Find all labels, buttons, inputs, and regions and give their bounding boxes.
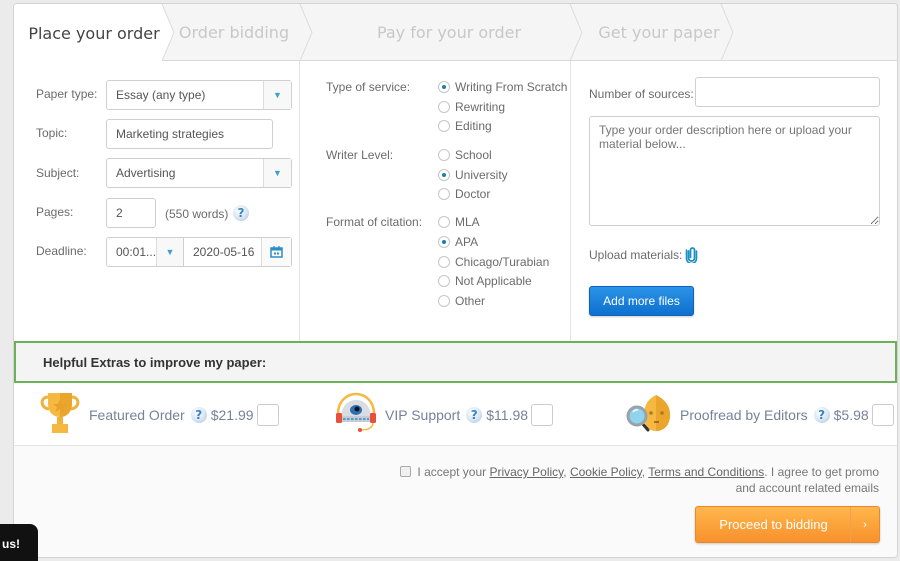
radio-apa[interactable]: APA	[438, 235, 478, 249]
extra-name: VIP Support	[385, 406, 461, 423]
deadline-time-select[interactable]: 00:01... ▼	[106, 237, 184, 267]
radio-writing-from-scratch[interactable]: Writing From Scratch	[438, 80, 567, 94]
extras-header: Helpful Extras to improve my paper:	[14, 341, 897, 383]
radio-not-applicable[interactable]: Not Applicable	[438, 274, 532, 288]
extra-name: Featured Order	[89, 406, 185, 423]
subject-select[interactable]: Advertising ▼	[106, 158, 292, 188]
extra-proofread: Proofread by Editors ? $5.98	[626, 383, 894, 446]
service-type-label: Type of service:	[326, 80, 411, 94]
vip-support-checkbox[interactable]	[531, 403, 554, 426]
paper-type-value: Essay (any type)	[116, 88, 206, 102]
paper-type-select[interactable]: Essay (any type) ▼	[106, 80, 292, 110]
pages-value: 2	[116, 206, 123, 220]
add-more-files-button[interactable]: Add more files	[589, 286, 694, 316]
radio-button[interactable]	[438, 216, 450, 228]
chevron-down-icon[interactable]: ▼	[263, 81, 291, 109]
radio-rewriting[interactable]: Rewriting	[438, 100, 505, 114]
radio-mla[interactable]: MLA	[438, 215, 480, 229]
step-separator	[299, 4, 313, 61]
radio-button[interactable]	[438, 169, 450, 181]
radio-button[interactable]	[438, 275, 450, 287]
citation-format-label: Format of citation:	[326, 215, 423, 229]
chat-widget-tab[interactable]: us!	[0, 524, 38, 561]
privacy-policy-link[interactable]: Privacy Policy	[489, 465, 563, 479]
proceed-to-bidding-button[interactable]: Proceed to bidding ›	[695, 506, 880, 543]
help-icon[interactable]: ?	[466, 406, 483, 423]
step-separator	[161, 4, 175, 61]
accept-terms-checkbox[interactable]	[400, 466, 412, 477]
subject-label: Subject:	[36, 166, 80, 180]
calendar-icon[interactable]	[261, 238, 291, 266]
trophy-icon	[39, 391, 81, 438]
paperclip-icon[interactable]	[685, 246, 698, 268]
extras-list: Featured Order ? $21.99 VIP Support ? $1…	[14, 383, 897, 446]
paper-type-label: Paper type:	[36, 87, 98, 101]
order-details: Paper type: Essay (any type) ▼ Topic: Ma…	[14, 61, 897, 341]
extra-price: $5.98	[833, 406, 869, 423]
radio-button[interactable]	[438, 188, 450, 200]
help-icon[interactable]: ?	[233, 205, 249, 221]
headset-robot-icon	[333, 392, 379, 437]
order-description-textarea[interactable]	[589, 116, 880, 226]
extra-price: $11.98	[486, 406, 529, 423]
step-pay-order[interactable]: Pay for your order	[314, 4, 584, 61]
writer-level-label: Writer Level:	[326, 148, 394, 162]
radio-doctor[interactable]: Doctor	[438, 187, 490, 201]
step-place-order[interactable]: Place your order	[14, 4, 174, 62]
extra-featured-order: Featured Order ? $21.99	[39, 383, 279, 446]
deadline-time-value: 00:01...	[116, 245, 157, 259]
radio-button[interactable]	[438, 101, 450, 113]
radio-editing[interactable]: Editing	[438, 119, 492, 133]
radio-button[interactable]	[438, 149, 450, 161]
deadline-date-value: 2020-05-16	[193, 245, 255, 259]
topic-input[interactable]: Marketing strategies	[106, 119, 273, 149]
sources-label: Number of sources:	[589, 87, 694, 101]
words-count: (550 words)	[165, 207, 229, 221]
subject-value: Advertising	[116, 166, 176, 180]
order-steps: Place your order Order bidding Pay for y…	[14, 4, 897, 62]
order-footer: I accept your Privacy Policy, Cookie Pol…	[14, 447, 897, 557]
radio-other[interactable]: Other	[438, 294, 485, 308]
help-icon[interactable]: ?	[190, 406, 207, 423]
step-separator	[569, 4, 583, 61]
step-separator	[720, 4, 734, 61]
featured-order-checkbox[interactable]	[256, 403, 279, 426]
magnifier-robot-icon	[626, 391, 674, 438]
pages-input[interactable]: 2	[106, 198, 156, 228]
cookie-policy-link[interactable]: Cookie Policy	[570, 465, 642, 479]
radio-button[interactable]	[438, 256, 450, 268]
chevron-down-icon[interactable]: ▼	[156, 238, 183, 266]
order-form-card: Place your order Order bidding Pay for y…	[13, 3, 898, 558]
upload-materials-label: Upload materials:	[589, 248, 683, 262]
radio-chicago-turabian[interactable]: Chicago/Turabian	[438, 255, 549, 269]
deadline-date-input[interactable]: 2020-05-16	[183, 237, 292, 267]
terms-acceptance: I accept your Privacy Policy, Cookie Pol…	[389, 464, 879, 496]
extra-vip-support: VIP Support ? $11.98	[333, 383, 554, 446]
column-divider	[299, 61, 300, 341]
radio-button[interactable]	[438, 236, 450, 248]
proceed-label: Proceed to bidding	[719, 517, 828, 532]
pages-label: Pages:	[36, 205, 74, 219]
column-divider	[570, 61, 571, 341]
radio-button[interactable]	[438, 81, 450, 93]
step-get-paper[interactable]: Get your paper	[584, 4, 734, 61]
terms-conditions-link[interactable]: Terms and Conditions	[648, 465, 764, 479]
radio-university[interactable]: University	[438, 168, 508, 182]
radio-button[interactable]	[438, 295, 450, 307]
chevron-down-icon[interactable]: ▼	[263, 159, 291, 187]
extra-name: Proofread by Editors	[680, 406, 808, 423]
deadline-label: Deadline:	[36, 244, 87, 258]
topic-value: Marketing strategies	[116, 127, 225, 141]
help-icon[interactable]: ?	[813, 406, 830, 423]
proofread-checkbox[interactable]	[871, 403, 894, 426]
radio-school[interactable]: School	[438, 148, 492, 162]
extra-price: $21.99	[210, 406, 254, 423]
topic-label: Topic:	[36, 126, 68, 140]
radio-button[interactable]	[438, 120, 450, 132]
sources-input[interactable]	[695, 77, 880, 107]
chevron-right-icon: ›	[850, 507, 879, 542]
step-order-bidding[interactable]: Order bidding	[164, 4, 304, 61]
